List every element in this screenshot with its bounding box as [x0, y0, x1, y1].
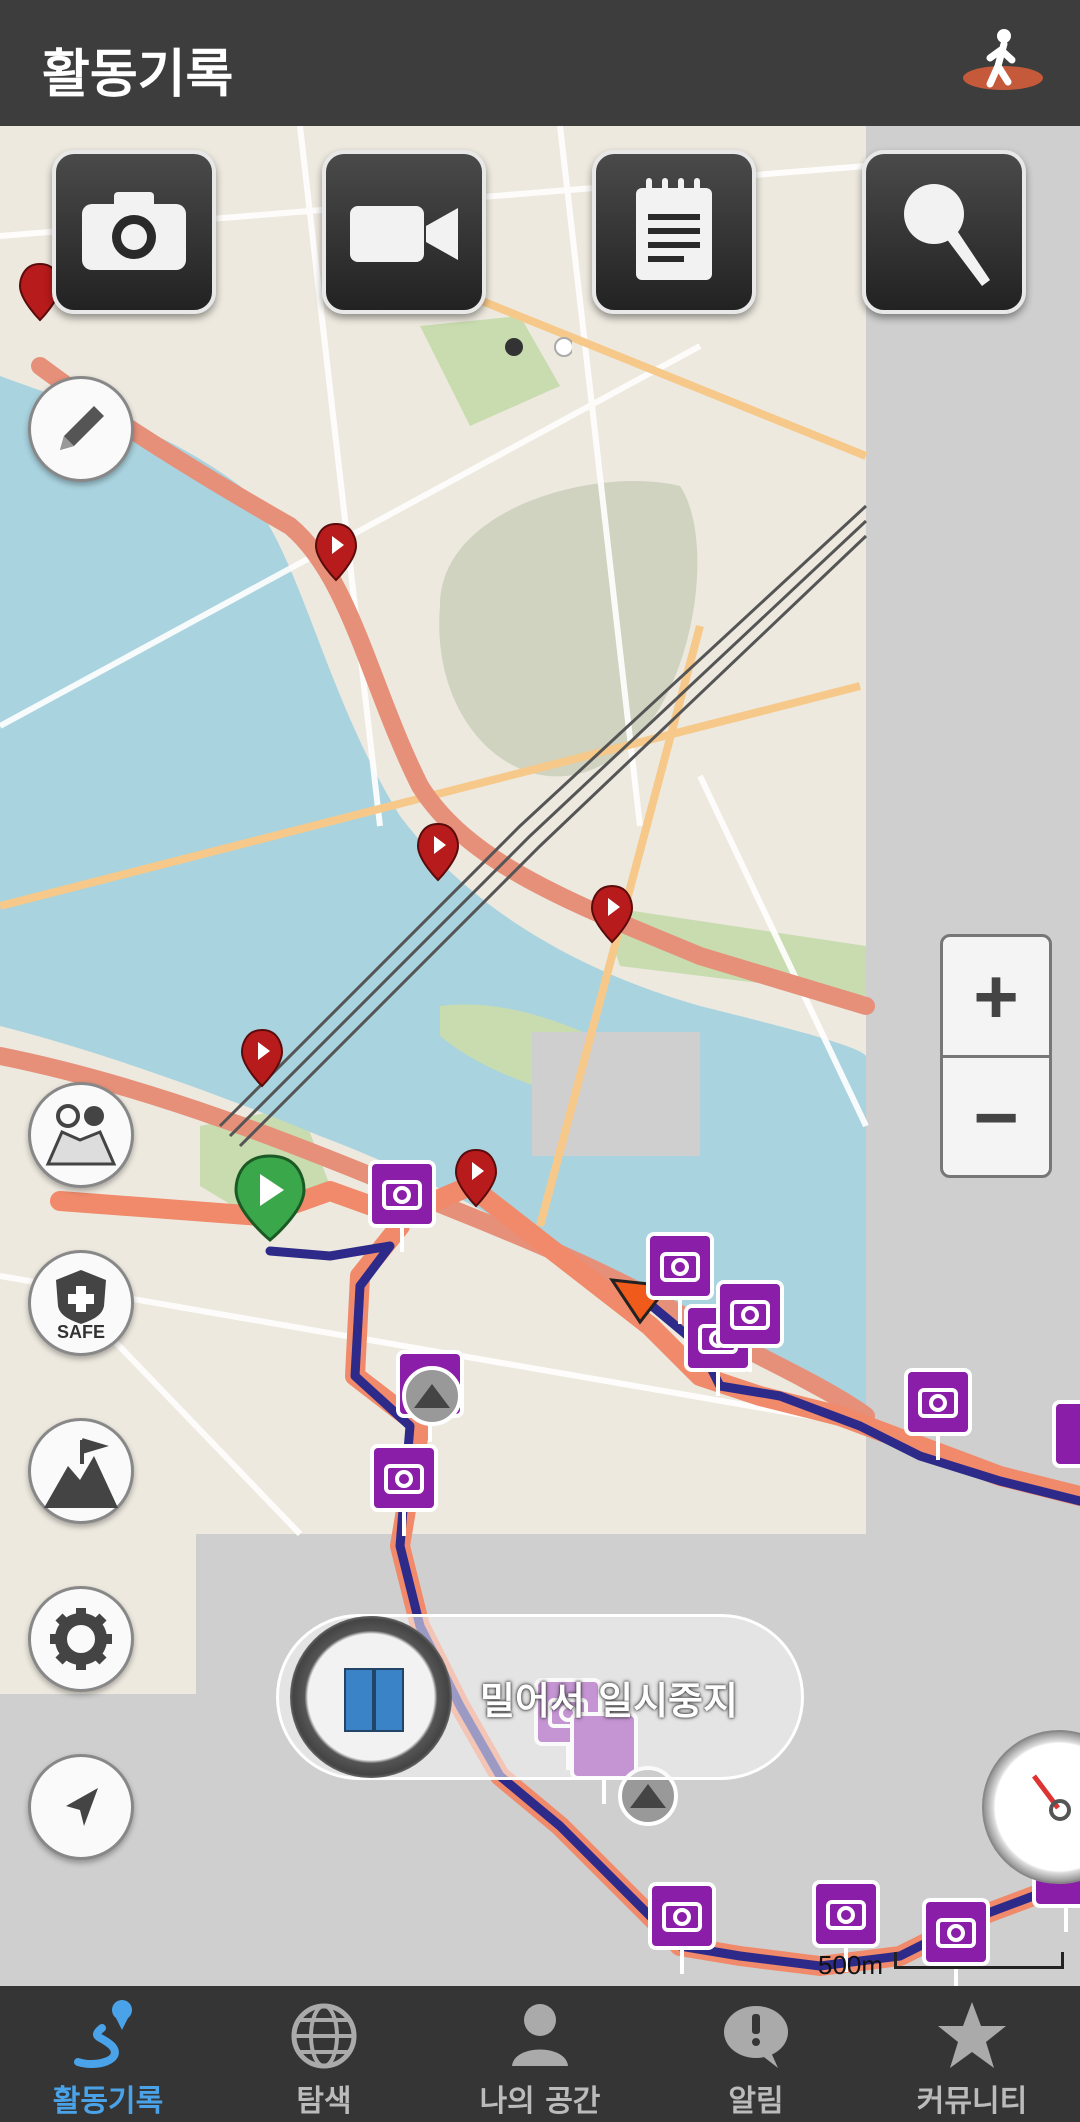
bottom-navigation: 활동기록 탐색 나의 공간 알림 커뮤니티 [0, 1986, 1080, 2122]
page-indicator [500, 332, 574, 367]
tab-community[interactable]: 커뮤니티 [864, 1986, 1080, 2122]
safe-button[interactable]: SAFE [28, 1250, 134, 1356]
video-button[interactable] [322, 150, 486, 314]
tab-label: 활동기록 [52, 2084, 164, 2119]
shield-icon: SAFE [56, 1270, 106, 1340]
walker-icon[interactable] [960, 26, 1046, 98]
pause-slider-label: 밀어서 일시중지 [480, 1679, 738, 1723]
scale-label: 500m [818, 1950, 884, 1980]
gear-icon [50, 1608, 112, 1670]
tab-my-space[interactable]: 나의 공간 [432, 1986, 648, 2122]
pause-icon-bar [374, 1668, 404, 1732]
mountain-flag-icon [44, 1438, 118, 1508]
page-title: 활동기록 [42, 45, 234, 105]
globe-icon [291, 2003, 357, 2069]
share-map-button[interactable] [28, 1082, 134, 1188]
tab-label: 탐색 [296, 2084, 352, 2119]
tab-activity-log[interactable]: 활동기록 [0, 1986, 216, 2122]
zoom-in-button[interactable]: + [943, 937, 1049, 1058]
tab-notifications[interactable]: 알림 [648, 1986, 864, 2122]
settings-button[interactable] [28, 1586, 134, 1692]
speedometer-icon[interactable] [982, 1730, 1080, 1884]
navigation-arrow-icon [66, 1788, 98, 1826]
safe-label: SAFE [57, 1322, 105, 1340]
pause-handle[interactable] [290, 1616, 452, 1778]
scale-bar [894, 1952, 1064, 1969]
summit-button[interactable] [28, 1418, 134, 1524]
star-icon [938, 2002, 1006, 2068]
app-header: 활동기록 [0, 0, 1080, 126]
voice-button[interactable] [862, 150, 1026, 314]
pause-icon [344, 1668, 374, 1732]
person-icon [512, 2004, 568, 2066]
camera-button[interactable] [52, 150, 216, 314]
notepad-icon [636, 178, 712, 280]
zoom-control: + − [940, 934, 1052, 1178]
video-camera-icon [350, 206, 458, 262]
edit-button[interactable] [28, 376, 134, 482]
tab-label: 알림 [728, 2084, 784, 2119]
camera-icon [82, 192, 186, 270]
route-pin-icon [74, 2000, 132, 2069]
zoom-out-button[interactable]: − [943, 1058, 1049, 1176]
my-location-button[interactable] [28, 1754, 134, 1860]
pencil-icon [60, 406, 104, 450]
tab-label: 커뮤니티 [916, 2084, 1028, 2119]
microphone-icon [904, 184, 990, 286]
tab-explore[interactable]: 탐색 [216, 1986, 432, 2122]
memo-button[interactable] [592, 150, 756, 314]
alert-bubble-icon [724, 2006, 788, 2068]
people-map-icon [45, 1104, 117, 1166]
tab-label: 나의 공간 [479, 2084, 601, 2119]
